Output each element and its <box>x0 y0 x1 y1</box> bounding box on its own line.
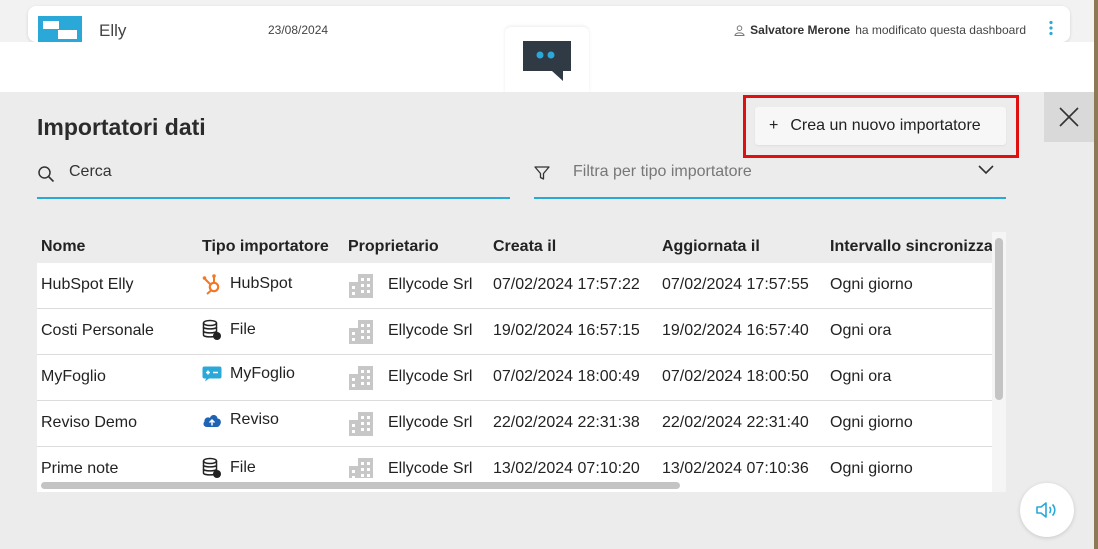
create-importer-button[interactable]: + Crea un nuovo importatore <box>755 107 1006 145</box>
table-row[interactable]: Costi Personale File Ellycode Srl 19/02/… <box>37 309 992 355</box>
sync-interval: Ogni giorno <box>830 276 913 293</box>
hubspot-icon <box>202 274 220 295</box>
horizontal-scroll-thumb[interactable] <box>41 482 680 489</box>
importer-type: File <box>202 457 256 479</box>
importer-type-label: MyFoglio <box>230 365 295 382</box>
filter-icon <box>534 166 550 180</box>
elly-logo-icon <box>38 16 82 44</box>
importer-type-label: File <box>230 459 256 476</box>
importer-name: Prime note <box>41 460 119 477</box>
plus-icon: + <box>769 117 779 134</box>
sync-interval: Ogni giorno <box>830 460 913 477</box>
search-field[interactable] <box>37 155 510 199</box>
importer-type: File <box>202 319 256 341</box>
importer-owner: Ellycode Srl <box>348 409 472 437</box>
importer-name: HubSpot Elly <box>41 276 134 293</box>
column-header-created[interactable]: Creata il <box>493 238 556 256</box>
filter-placeholder: Filtra per tipo importatore <box>573 163 752 180</box>
importer-type: HubSpot <box>202 273 292 295</box>
importer-type: MyFoglio <box>202 365 295 383</box>
close-button[interactable] <box>1044 92 1094 142</box>
building-icon <box>349 274 373 298</box>
vertical-scroll-thumb[interactable] <box>995 238 1003 400</box>
modified-text: ha modificato questa dashboard <box>855 23 1026 37</box>
created-date: 22/02/2024 22:31:38 <box>493 414 640 431</box>
table-row[interactable]: Reviso Demo Reviso Ellycode Srl 22/02/20… <box>37 401 992 447</box>
sync-interval: Ogni ora <box>830 368 892 385</box>
myfoglio-icon <box>202 366 222 382</box>
page-title: Importatori dati <box>37 114 206 140</box>
owner-label: Ellycode Srl <box>388 368 473 385</box>
column-header-owner[interactable]: Proprietario <box>348 238 439 256</box>
column-header-sync-interval[interactable]: Intervallo sincronizza <box>830 238 993 256</box>
updated-date: 19/02/2024 16:57:40 <box>662 322 809 339</box>
importer-name: Costi Personale <box>41 322 154 339</box>
database-file-icon <box>202 319 221 340</box>
importer-name: Reviso Demo <box>41 414 138 431</box>
table-row[interactable]: HubSpot Elly HubSpot Ellycode Srl 07/02/… <box>37 263 992 309</box>
table-row[interactable]: MyFoglio MyFoglio Ellycode Srl 07/02/202… <box>37 355 992 401</box>
importer-owner: Ellycode Srl <box>348 271 472 299</box>
updated-date: 07/02/2024 17:57:55 <box>662 276 809 293</box>
building-icon <box>349 412 373 436</box>
importers-table: Nome Tipo importatore Proprietario Creat… <box>37 232 1006 492</box>
importer-type: Reviso <box>202 411 279 429</box>
table-header: Nome Tipo importatore Proprietario Creat… <box>37 232 993 263</box>
cloud-upload-icon <box>203 415 221 427</box>
user-icon <box>734 24 745 36</box>
create-importer-label: Crea un nuovo importatore <box>790 117 981 134</box>
window-edge <box>1094 0 1098 549</box>
horizontal-scrollbar[interactable] <box>37 478 992 492</box>
owner-label: Ellycode Srl <box>388 460 473 477</box>
sync-interval: Ogni ora <box>830 322 892 339</box>
owner-label: Ellycode Srl <box>388 276 473 293</box>
chevron-down-icon[interactable] <box>978 165 994 175</box>
close-icon <box>1059 107 1079 127</box>
column-header-name[interactable]: Nome <box>41 238 85 256</box>
chat-icon <box>523 41 571 81</box>
created-date: 07/02/2024 17:57:22 <box>493 276 640 293</box>
chat-tab[interactable] <box>505 27 589 93</box>
speaker-icon <box>1036 502 1056 518</box>
modified-info: Salvatore Merone ha modificato questa da… <box>734 23 1026 37</box>
column-header-updated[interactable]: Aggiornata il <box>662 238 760 256</box>
building-icon <box>349 320 373 344</box>
created-date: 19/02/2024 16:57:15 <box>493 322 640 339</box>
building-icon <box>349 366 373 390</box>
updated-date: 22/02/2024 22:31:40 <box>662 414 809 431</box>
column-header-type[interactable]: Tipo importatore <box>202 238 329 256</box>
created-date: 07/02/2024 18:00:49 <box>493 368 640 385</box>
search-input[interactable] <box>69 159 499 185</box>
owner-label: Ellycode Srl <box>388 414 473 431</box>
updated-date: 07/02/2024 18:00:50 <box>662 368 809 385</box>
importer-type-label: HubSpot <box>230 275 293 292</box>
importer-owner: Ellycode Srl <box>348 363 472 391</box>
dashboard-date: 23/08/2024 <box>268 23 329 37</box>
modified-by-user[interactable]: Salvatore Merone <box>750 23 850 37</box>
importer-type-filter[interactable]: Filtra per tipo importatore <box>534 155 1006 199</box>
importer-owner: Ellycode Srl <box>348 317 472 345</box>
vertical-scrollbar[interactable] <box>992 232 1006 492</box>
app-name: Elly <box>99 21 127 40</box>
sound-button[interactable] <box>1020 483 1074 537</box>
importer-type-label: File <box>230 321 256 338</box>
sync-interval: Ogni giorno <box>830 414 913 431</box>
importer-type-label: Reviso <box>230 411 279 428</box>
kebab-menu-icon[interactable] <box>1048 20 1054 36</box>
updated-date: 13/02/2024 07:10:36 <box>662 460 809 477</box>
database-file-icon <box>202 457 221 478</box>
search-icon <box>38 166 55 183</box>
importer-name: MyFoglio <box>41 368 106 385</box>
owner-label: Ellycode Srl <box>388 322 473 339</box>
created-date: 13/02/2024 07:10:20 <box>493 460 640 477</box>
